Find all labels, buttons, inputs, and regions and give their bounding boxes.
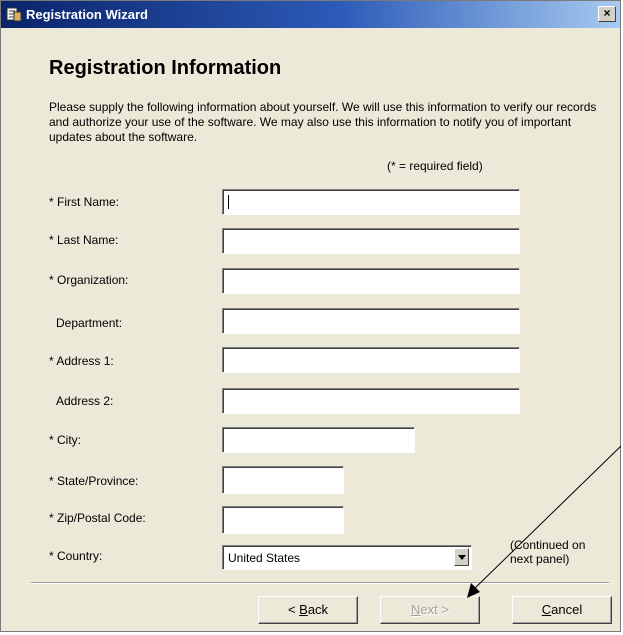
annotation-arrow-icon	[467, 445, 622, 598]
registration-wizard-window: Registration Wizard × Registration Infor…	[0, 0, 622, 632]
